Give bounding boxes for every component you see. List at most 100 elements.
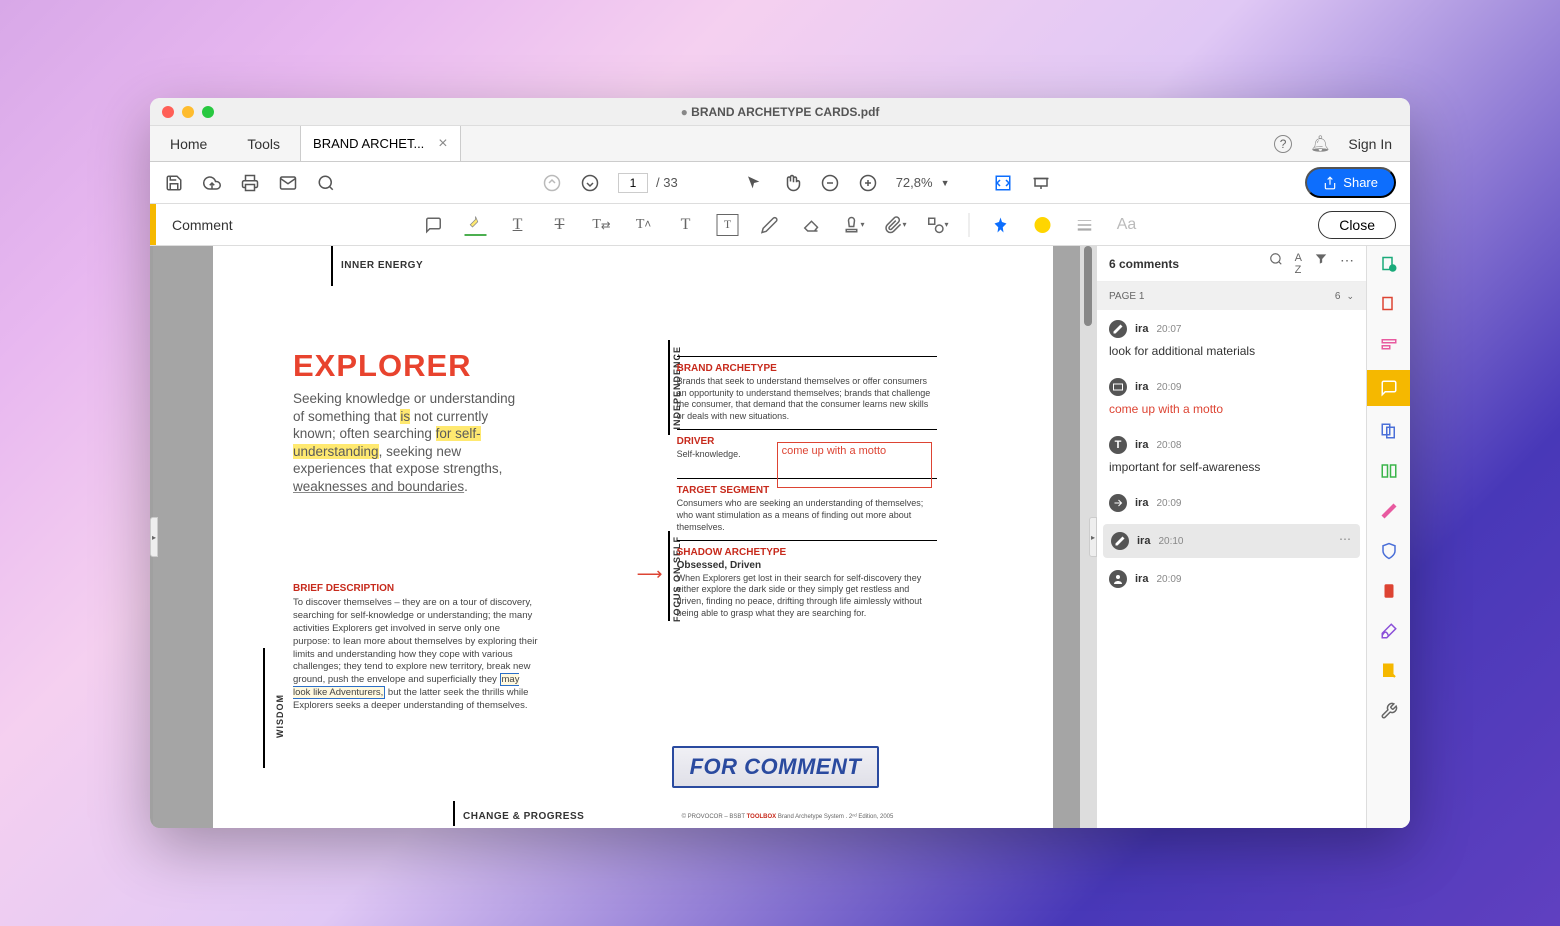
zoom-in-icon[interactable] [858,173,878,193]
comment-text: important for self-awareness [1109,460,1354,474]
more-tools-icon[interactable] [1378,700,1400,722]
search-comments-icon[interactable] [1269,252,1283,276]
comment-item[interactable]: ira 20:10 ⋯ [1103,524,1360,558]
sticky-note-icon[interactable] [423,214,445,236]
bell-icon[interactable]: 🔔︎ [1310,134,1330,154]
comment-type-icon [1109,320,1127,338]
explorer-description: Seeking knowledge or understanding of so… [293,390,528,495]
color-picker[interactable] [1032,214,1054,236]
comment-toolbar: Comment T T T⇄ T˄ T T ▾ ▾ ▾ Aa Close [150,204,1410,246]
comment-item[interactable]: ira 20:09 come up with a motto [1097,368,1366,426]
close-window-button[interactable] [162,106,174,118]
document-tab-label: BRAND ARCHET... [313,136,424,151]
close-comment-button[interactable]: Close [1318,211,1396,239]
comment-text: come up with a motto [1109,402,1354,416]
left-panel-expand[interactable]: ▸ [150,517,158,557]
projector-icon[interactable] [1031,173,1051,193]
fit-width-icon[interactable] [993,173,1013,193]
line-weight-icon[interactable] [1074,214,1096,236]
comment-item[interactable]: ira 20:09 [1097,560,1366,598]
motto-annotation[interactable]: come up with a motto [777,442,932,488]
protect-icon[interactable] [1378,540,1400,562]
font-icon[interactable]: Aa [1116,214,1138,236]
comment-author: ira [1135,573,1148,585]
underline-icon[interactable]: T [507,214,529,236]
sign-in-link[interactable]: Sign In [1348,136,1392,152]
help-icon[interactable]: ? [1274,135,1292,153]
page-number-input[interactable] [618,173,648,193]
compress-icon[interactable] [1378,580,1400,602]
comment-time: 20:10 [1158,536,1183,547]
sort-comments-icon[interactable]: AZ [1295,252,1302,276]
comment-label: Comment [156,217,249,233]
stamp-icon[interactable]: ▾ [843,214,865,236]
insert-text-icon[interactable]: T˄ [633,214,655,236]
edit-pdf-icon[interactable] [1378,334,1400,356]
textbox-icon[interactable]: T [717,214,739,236]
menu-bar: Home Tools BRAND ARCHET... × ? 🔔︎ Sign I… [150,126,1410,162]
maximize-window-button[interactable] [202,106,214,118]
page-down-icon[interactable] [580,173,600,193]
highlighter-icon[interactable] [465,214,487,236]
pointer-icon[interactable] [744,173,764,193]
hand-icon[interactable] [782,173,802,193]
comment-time: 20:07 [1156,324,1181,335]
comment-item[interactable]: T ira 20:08 important for self-awareness [1097,426,1366,484]
print-icon[interactable] [240,173,260,193]
home-tab[interactable]: Home [150,126,227,161]
inner-energy-heading: INNER ENERGY [341,260,423,271]
for-comment-stamp[interactable]: FOR COMMENT [672,746,880,788]
page-up-icon[interactable] [542,173,562,193]
create-pdf-icon[interactable]: + [1378,254,1400,276]
pdf-page: INNER ENERGY EXPLORER Seeking knowledge … [213,246,1053,828]
brief-description-title: BRIEF DESCRIPTION [293,583,647,594]
app-window: ● BRAND ARCHETYPE CARDS.pdf Home Tools B… [150,98,1410,828]
svg-text:+: + [1390,266,1394,272]
zoom-level[interactable]: 72,8%▼ [896,175,950,190]
comment-more-icon[interactable]: ⋯ [1339,532,1352,546]
save-icon[interactable] [164,173,184,193]
red-arrow-annotation[interactable]: ⟶ [637,564,663,585]
comments-count: 6 comments [1109,257,1257,271]
replace-text-icon[interactable]: T⇄ [591,214,613,236]
document-viewer[interactable]: ▸ INNER ENERGY EXPLORER Seeking knowledg… [150,246,1096,828]
send-icon[interactable] [1378,660,1400,682]
strikethrough-icon[interactable]: T [549,214,571,236]
brand-archetype-title: BRAND ARCHETYPE [677,363,937,374]
sign-icon[interactable] [1378,620,1400,642]
close-tab-icon[interactable]: × [438,135,447,153]
comments-panel-collapse[interactable]: ▸ [1089,517,1097,557]
organize-icon[interactable] [1378,460,1400,482]
pencil-icon[interactable] [759,214,781,236]
combine-icon[interactable] [1378,420,1400,442]
tools-tab[interactable]: Tools [227,126,300,161]
comment-item[interactable]: ira 20:09 [1097,484,1366,522]
redact-icon[interactable] [1378,500,1400,522]
comment-item[interactable]: ira 20:07 look for additional materials [1097,310,1366,368]
zoom-out-icon[interactable] [820,173,840,193]
attachment-icon[interactable]: ▾ [885,214,907,236]
text-icon[interactable]: T [675,214,697,236]
change-progress-label: CHANGE & PROGRESS [463,811,584,822]
document-tab[interactable]: BRAND ARCHET... × [300,126,461,161]
minimize-window-button[interactable] [182,106,194,118]
window-title: ● BRAND ARCHETYPE CARDS.pdf [681,105,880,119]
eraser-icon[interactable] [801,214,823,236]
brand-archetype-text: Brands that seek to understand themselve… [677,376,937,423]
shadow-text: When Explorers get lost in their search … [677,573,937,620]
comment-author: ira [1135,439,1148,451]
export-pdf-icon[interactable] [1378,294,1400,316]
page-group-header[interactable]: PAGE 1 6 ⌄ [1097,282,1366,310]
comment-type-icon [1109,494,1127,512]
shapes-icon[interactable]: ▾ [927,214,949,236]
more-options-icon[interactable]: ⋯ [1340,252,1354,276]
pin-icon[interactable] [990,214,1012,236]
filter-comments-icon[interactable] [1314,252,1328,276]
comment-rail-icon[interactable] [1367,370,1411,406]
comment-author: ira [1135,323,1148,335]
search-icon[interactable] [316,173,336,193]
share-button[interactable]: Share [1305,167,1396,198]
cloud-upload-icon[interactable] [202,173,222,193]
email-icon[interactable] [278,173,298,193]
comment-time: 20:09 [1156,382,1181,393]
